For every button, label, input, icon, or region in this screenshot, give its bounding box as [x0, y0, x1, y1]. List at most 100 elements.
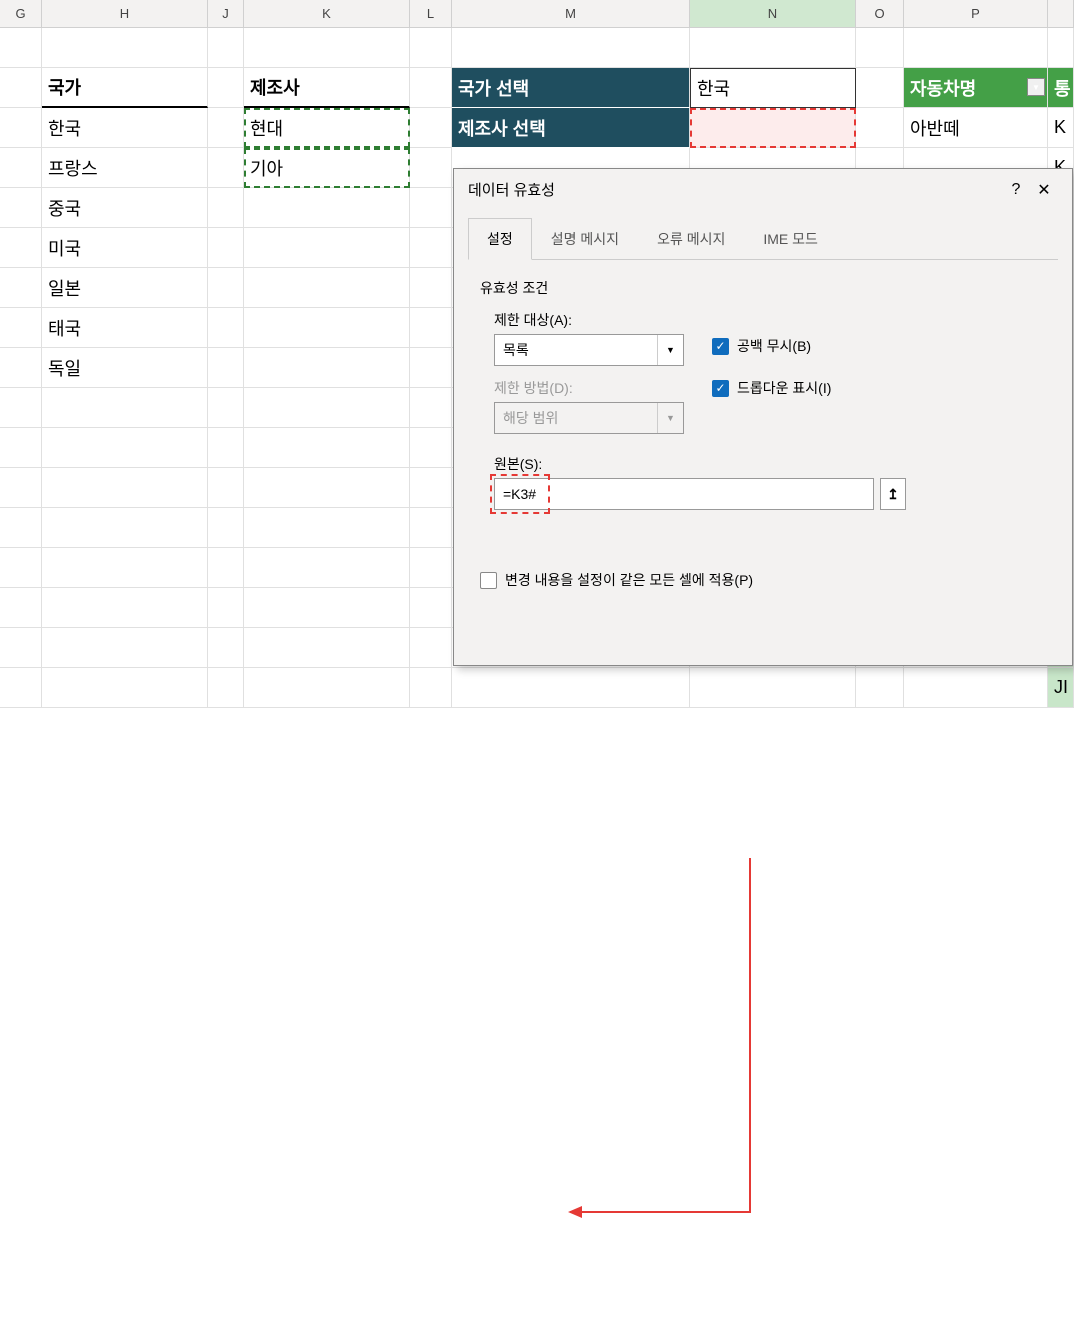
- cell[interactable]: [410, 548, 452, 588]
- q-cell[interactable]: JI: [1048, 668, 1074, 708]
- col-header-n[interactable]: N: [690, 0, 856, 27]
- country-item[interactable]: 독일: [42, 348, 208, 388]
- cell[interactable]: [0, 388, 42, 428]
- cell[interactable]: [410, 388, 452, 428]
- cell[interactable]: [410, 228, 452, 268]
- country-select-value[interactable]: 한국: [690, 68, 856, 108]
- cell[interactable]: [244, 388, 410, 428]
- cell[interactable]: [0, 508, 42, 548]
- col-header-q[interactable]: [1048, 0, 1074, 27]
- col-header-h[interactable]: H: [42, 0, 208, 27]
- cell[interactable]: [856, 668, 904, 708]
- country-item[interactable]: 프랑스: [42, 148, 208, 188]
- ignore-blank-check[interactable]: ✓ 공백 무시(B): [712, 336, 831, 356]
- tab-input-message[interactable]: 설명 메시지: [532, 218, 638, 260]
- cell[interactable]: [410, 348, 452, 388]
- cell[interactable]: [410, 268, 452, 308]
- source-input[interactable]: [494, 478, 874, 510]
- col-header-g[interactable]: G: [0, 0, 42, 27]
- maker-header[interactable]: 제조사: [244, 68, 410, 108]
- country-item[interactable]: [42, 668, 208, 708]
- cell[interactable]: [0, 348, 42, 388]
- cell[interactable]: [208, 348, 244, 388]
- cell[interactable]: [244, 268, 410, 308]
- cell[interactable]: [208, 108, 244, 148]
- cell[interactable]: [0, 548, 42, 588]
- cell[interactable]: [0, 308, 42, 348]
- maker-item[interactable]: 현대: [244, 108, 410, 148]
- cell[interactable]: [410, 668, 452, 708]
- dialog-titlebar[interactable]: 데이터 유효성 ? ✕: [454, 169, 1072, 210]
- cell[interactable]: [244, 348, 410, 388]
- col-header-m[interactable]: M: [452, 0, 690, 27]
- col-header-j[interactable]: J: [208, 0, 244, 27]
- cell[interactable]: [410, 588, 452, 628]
- cell[interactable]: [0, 108, 42, 148]
- country-item[interactable]: 태국: [42, 308, 208, 348]
- tab-error-alert[interactable]: 오류 메시지: [638, 218, 744, 260]
- country-item[interactable]: [42, 428, 208, 468]
- cell[interactable]: [410, 468, 452, 508]
- cell[interactable]: [208, 628, 244, 668]
- cell[interactable]: [244, 308, 410, 348]
- country-item[interactable]: [42, 388, 208, 428]
- cell[interactable]: [0, 148, 42, 188]
- cell[interactable]: [0, 628, 42, 668]
- cell[interactable]: [208, 228, 244, 268]
- close-button[interactable]: ✕: [1030, 180, 1058, 200]
- cell[interactable]: [244, 228, 410, 268]
- cell[interactable]: [244, 628, 410, 668]
- cell[interactable]: [244, 588, 410, 628]
- apply-all-checkbox[interactable]: [480, 572, 497, 589]
- cell[interactable]: [244, 468, 410, 508]
- cell[interactable]: [208, 668, 244, 708]
- cell[interactable]: [0, 668, 42, 708]
- cell[interactable]: [244, 548, 410, 588]
- filter-icon[interactable]: ▼: [1027, 78, 1045, 96]
- help-button[interactable]: ?: [1002, 181, 1030, 199]
- allow-combo[interactable]: 목록 ▼: [494, 334, 684, 366]
- col-header-o[interactable]: O: [856, 0, 904, 27]
- cell[interactable]: [244, 668, 410, 708]
- cell[interactable]: [452, 28, 690, 68]
- country-item[interactable]: [42, 588, 208, 628]
- country-item[interactable]: 일본: [42, 268, 208, 308]
- cell[interactable]: [410, 308, 452, 348]
- tab-settings[interactable]: 설정: [468, 218, 532, 260]
- cell[interactable]: [452, 668, 690, 708]
- country-select-label[interactable]: 국가 선택: [452, 68, 690, 108]
- cell[interactable]: [208, 308, 244, 348]
- cell[interactable]: [244, 428, 410, 468]
- cell[interactable]: [0, 228, 42, 268]
- cell[interactable]: [410, 148, 452, 188]
- cell[interactable]: [410, 28, 452, 68]
- cell[interactable]: [410, 508, 452, 548]
- cell[interactable]: [410, 68, 452, 108]
- cell[interactable]: [208, 148, 244, 188]
- cell[interactable]: [1048, 28, 1074, 68]
- cell[interactable]: [0, 188, 42, 228]
- maker-item[interactable]: 기아: [244, 148, 410, 188]
- range-selector-button[interactable]: ↥: [880, 478, 906, 510]
- cell[interactable]: [0, 468, 42, 508]
- cell[interactable]: [856, 108, 904, 148]
- country-item[interactable]: [42, 548, 208, 588]
- country-header[interactable]: 국가: [42, 68, 208, 108]
- cell[interactable]: [208, 588, 244, 628]
- cell[interactable]: [208, 508, 244, 548]
- cell[interactable]: [244, 188, 410, 228]
- cell[interactable]: [690, 28, 856, 68]
- cell[interactable]: [0, 28, 42, 68]
- cell[interactable]: [0, 428, 42, 468]
- col-header-p[interactable]: P: [904, 0, 1048, 27]
- cell[interactable]: [856, 28, 904, 68]
- cell[interactable]: [208, 68, 244, 108]
- maker-select-value[interactable]: ▼: [690, 108, 856, 148]
- maker-select-label[interactable]: 제조사 선택: [452, 108, 690, 148]
- carname-header[interactable]: 자동차명 ▼: [904, 68, 1048, 108]
- cell[interactable]: [244, 508, 410, 548]
- cell[interactable]: [0, 588, 42, 628]
- cell[interactable]: [690, 668, 856, 708]
- col-header-k[interactable]: K: [244, 0, 410, 27]
- cell[interactable]: [0, 68, 42, 108]
